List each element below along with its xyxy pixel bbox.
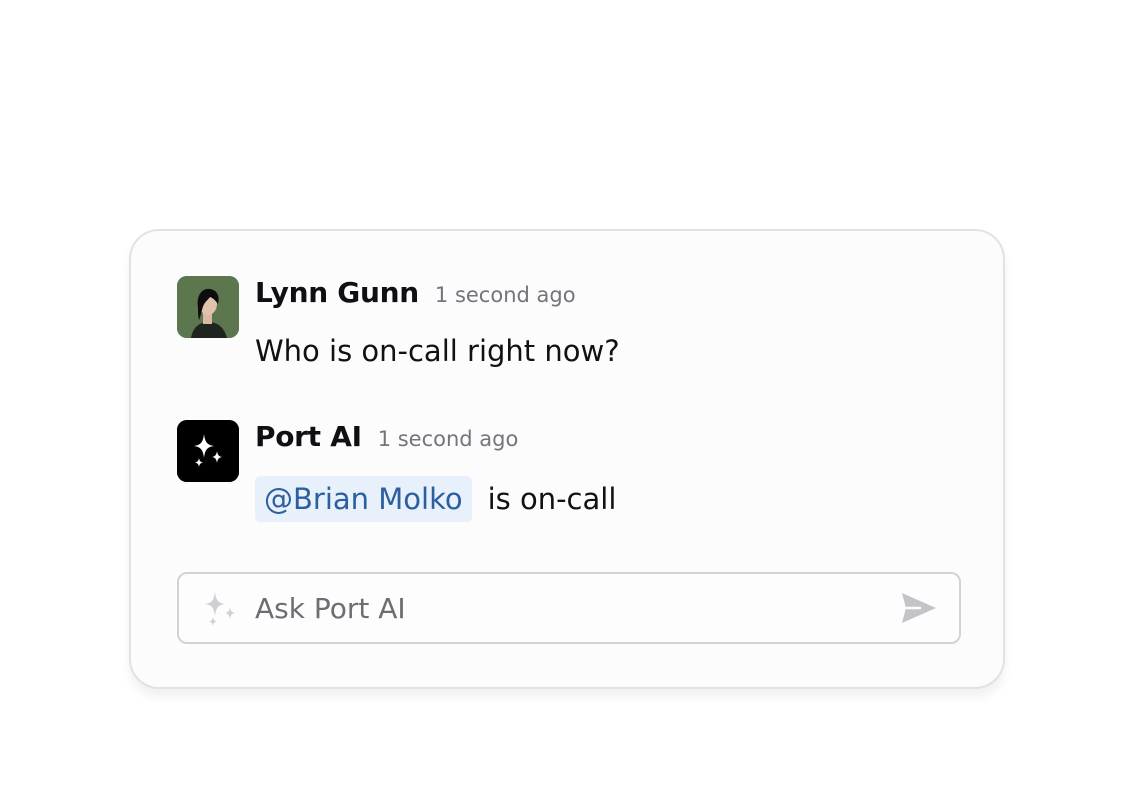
message-text-tail: is on-call (487, 482, 617, 516)
timestamp: 1 second ago (377, 427, 519, 451)
sparkle-icon (205, 592, 235, 626)
user-mention[interactable]: @Brian Molko (255, 476, 472, 522)
chat-card: Lynn Gunn 1 second ago Who is on-call ri… (129, 229, 1005, 689)
timestamp: 1 second ago (434, 283, 576, 307)
message-text: @Brian Molko is on-call (255, 476, 616, 522)
ask-ai-composer[interactable] (177, 572, 961, 644)
message-header: Lynn Gunn 1 second ago (255, 276, 576, 316)
message-text: Who is on-call right now? (255, 334, 620, 368)
user-photo-icon (177, 276, 239, 338)
sparkle-icon (177, 420, 239, 482)
author-name: Port AI (255, 420, 362, 453)
avatar (177, 276, 239, 338)
avatar (177, 420, 239, 482)
message-header: Port AI 1 second ago (255, 420, 518, 460)
send-icon[interactable] (901, 592, 937, 624)
ask-ai-input[interactable] (255, 584, 855, 632)
author-name: Lynn Gunn (255, 276, 419, 309)
